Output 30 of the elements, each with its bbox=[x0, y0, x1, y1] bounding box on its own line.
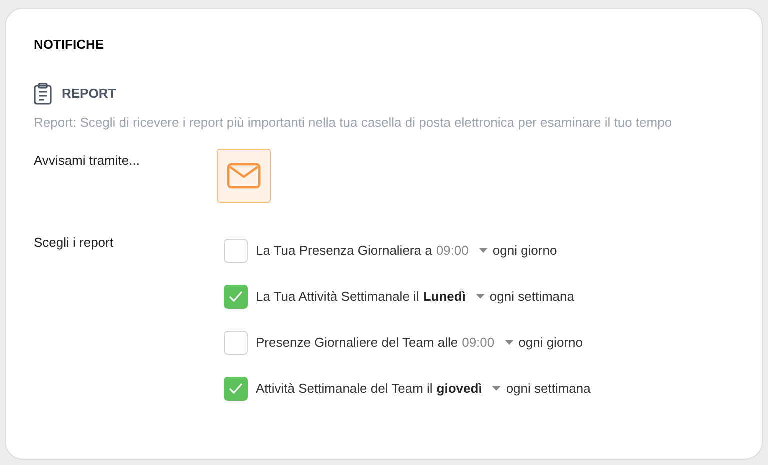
caret-icon bbox=[492, 386, 502, 391]
subsection-heading: REPORT bbox=[62, 84, 116, 103]
frequency-text: ogni settimana bbox=[490, 288, 574, 306]
checkbox[interactable] bbox=[224, 376, 248, 400]
dropdown[interactable]: Lunedì bbox=[423, 286, 485, 306]
section-title: NOTIFICHE bbox=[34, 36, 106, 54]
clipboard-icon bbox=[34, 82, 52, 104]
caret-icon bbox=[478, 248, 488, 253]
description-text: Report: Scegli di ricevere i report più importanti nella tua casella di posta elettronica per esaminare il tuo tempo bbox=[34, 114, 674, 132]
frequency-text: ogni giorno bbox=[518, 334, 583, 352]
report-label: Attività Settimanale del Team il bbox=[256, 380, 433, 398]
frequency-text: ogni settimana bbox=[506, 380, 591, 398]
checkbox[interactable] bbox=[224, 330, 248, 354]
report-label: La Tua Presenza Giornaliera a bbox=[256, 242, 432, 260]
dropdown[interactable]: 09:00 bbox=[462, 332, 514, 352]
dropdown[interactable]: giovedì bbox=[436, 378, 502, 398]
dropdown[interactable]: 09:00 bbox=[436, 240, 488, 260]
mail-icon bbox=[227, 162, 261, 188]
checkbox[interactable] bbox=[224, 238, 248, 262]
field-label: Avvisami tramite... bbox=[34, 152, 141, 170]
check-icon bbox=[229, 291, 243, 302]
email-option[interactable] bbox=[217, 148, 271, 202]
caret-icon bbox=[476, 294, 485, 299]
report-label: Presenze Giornaliere del Team alle bbox=[256, 334, 458, 352]
report-label: La Tua Attività Settimanale il bbox=[256, 288, 420, 306]
check-icon bbox=[229, 383, 243, 394]
checkbox[interactable] bbox=[224, 284, 248, 308]
field-label: Scegli i report bbox=[34, 234, 114, 252]
frequency-text: ogni giorno bbox=[492, 242, 558, 260]
caret-icon bbox=[504, 340, 514, 345]
